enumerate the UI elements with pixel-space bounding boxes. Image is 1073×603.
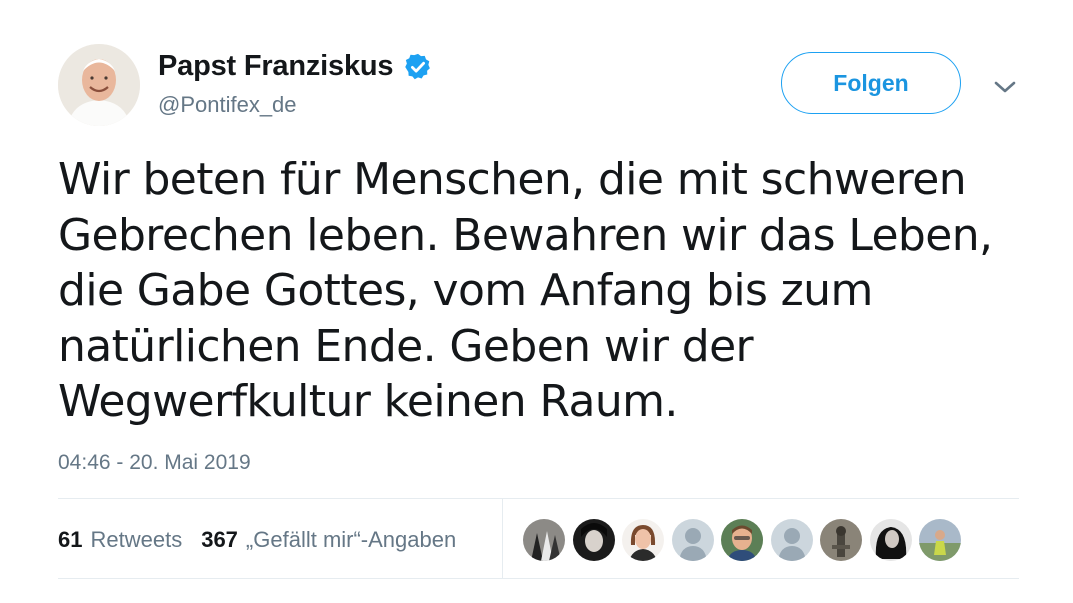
likes-stat[interactable]: 367 „Gefällt mir“-Angaben bbox=[201, 527, 456, 553]
liker-avatar[interactable] bbox=[523, 519, 565, 561]
liker-avatar[interactable] bbox=[572, 519, 615, 561]
liker-avatar[interactable] bbox=[622, 519, 664, 561]
user-name-row: Papst Franziskus bbox=[158, 50, 433, 83]
tweet-text-line: die Gabe Gottes, vom Anfang bis zum bbox=[58, 265, 873, 316]
divider bbox=[58, 578, 1019, 579]
follow-button[interactable]: Folgen bbox=[781, 52, 961, 114]
retweets-label: Retweets bbox=[90, 527, 183, 552]
liker-avatar-default[interactable] bbox=[770, 519, 813, 561]
stats-separator bbox=[502, 499, 503, 578]
avatar[interactable] bbox=[58, 44, 140, 126]
verified-badge-icon bbox=[403, 52, 433, 82]
likes-count: 367 bbox=[201, 527, 238, 552]
liker-avatar[interactable] bbox=[869, 519, 912, 561]
user-handle[interactable]: @Pontifex_de bbox=[158, 92, 297, 118]
tweet-stats: 61 Retweets 367 „Gefällt mir“-Angaben bbox=[58, 527, 456, 553]
user-name[interactable]: Papst Franziskus bbox=[158, 50, 394, 83]
liker-avatar[interactable] bbox=[721, 519, 763, 561]
avatar-image bbox=[58, 44, 140, 126]
liker-avatar[interactable] bbox=[919, 519, 961, 561]
liker-avatars bbox=[523, 519, 969, 561]
liker-avatar[interactable] bbox=[820, 519, 862, 561]
tweet-text-line: Gebrechen leben. Bewahren wir das Leben, bbox=[58, 209, 993, 261]
tweet-text-line: natürlichen Ende. Geben wir der bbox=[58, 320, 754, 372]
retweets-count: 61 bbox=[58, 527, 83, 552]
tweet-text: Wir beten für Menschen, die mit schweren… bbox=[58, 152, 1018, 430]
divider bbox=[58, 498, 1019, 499]
tweet-timestamp[interactable]: 04:46 - 20. Mai 2019 bbox=[58, 451, 251, 475]
tweet-text-line: Wegwerfkultur keinen Raum. bbox=[58, 376, 678, 427]
tweet-text-line: Wir beten für Menschen, die mit schweren bbox=[58, 154, 967, 205]
liker-avatar-default[interactable] bbox=[671, 519, 714, 561]
chevron-down-icon[interactable] bbox=[990, 74, 1020, 100]
retweets-stat[interactable]: 61 Retweets bbox=[58, 527, 182, 553]
likes-label: „Gefällt mir“-Angaben bbox=[245, 527, 457, 552]
